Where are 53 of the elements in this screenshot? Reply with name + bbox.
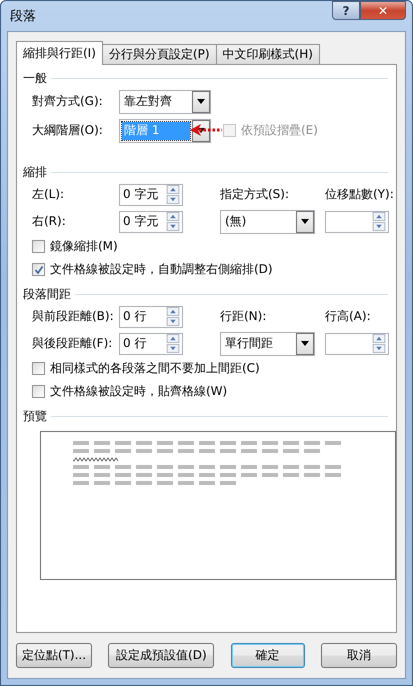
dialog-button[interactable]: 定位點(T)... [16,643,92,668]
section-heading: 預覽 [23,408,47,424]
help-button[interactable]: ? [332,1,360,20]
field-label: 左(L): [32,186,66,203]
checkbox[interactable] [32,362,45,375]
field-label: 大綱階層(O): [32,122,104,139]
field-label: 與前段距離(B): [32,308,115,325]
checkbox-label: 相同樣式的各段落之間不要加上間距(C) [50,360,260,377]
dropdown-value: (無) [224,213,248,230]
dialog-button[interactable]: 取消 [320,643,397,668]
spin-field[interactable]: 0 字元 [119,210,183,232]
field-label: 指定方式(S): [220,186,290,203]
dialog-button[interactable]: 確定 [230,643,305,668]
spin-field[interactable] [325,210,389,232]
field-label: 行高(A): [325,308,372,325]
checkbox[interactable] [32,263,45,276]
window-title: 段落 [9,8,36,25]
dropdown-value: 單行間距 [224,335,274,352]
caret-icon [301,341,309,346]
tab[interactable]: 分行與分頁設定(P) [102,44,217,64]
tab[interactable]: 縮排與行距(I) [16,41,103,65]
dialog-button[interactable]: 設定成預設值(D) [108,643,214,668]
dropdown-button[interactable] [296,210,314,232]
checkbox[interactable] [32,385,45,398]
section-heading: 段落間距 [23,286,71,302]
checkbox-label: 文件格線被設定時，貼齊格線(W) [50,383,228,400]
dropdown-button[interactable] [192,90,210,112]
field-label: 位移點數(Y): [325,186,390,203]
field-label: 行距(N): [220,308,268,325]
field-label: 對齊方式(G): [32,93,104,110]
dropdown-button[interactable] [296,332,314,354]
checkbox[interactable] [32,240,45,253]
spin-field[interactable] [325,332,389,354]
section-heading: 縮排 [23,164,47,180]
field-label: 右(R): [32,213,67,230]
section-heading: 一般 [23,70,47,86]
close-button[interactable]: ✕ [360,1,406,20]
dropdown[interactable]: 單行間距 [220,332,315,356]
spin-field[interactable]: 0 行 [119,306,183,328]
field-label: 與後段距離(F): [32,335,114,352]
spin-field[interactable]: 0 行 [119,332,183,354]
dropdown[interactable]: (無) [220,210,315,234]
caret-icon [301,219,309,224]
annotation-arrow [190,124,222,136]
spin-field[interactable]: 0 字元 [119,184,183,206]
dropdown-value: 階層 1 [122,122,190,140]
dropdown-value: 靠左對齊 [123,93,173,110]
tab[interactable]: 中文印刷樣式(H) [216,44,320,64]
caret-icon [197,99,205,104]
checkbox-label: 依預設摺疊(E) [241,122,318,139]
checkbox-label: 文件格線被設定時，自動調整右側縮排(D) [50,261,273,278]
dropdown[interactable]: 靠左對齊 [119,90,211,114]
checkbox-label: 鏡像縮排(M) [50,238,118,255]
